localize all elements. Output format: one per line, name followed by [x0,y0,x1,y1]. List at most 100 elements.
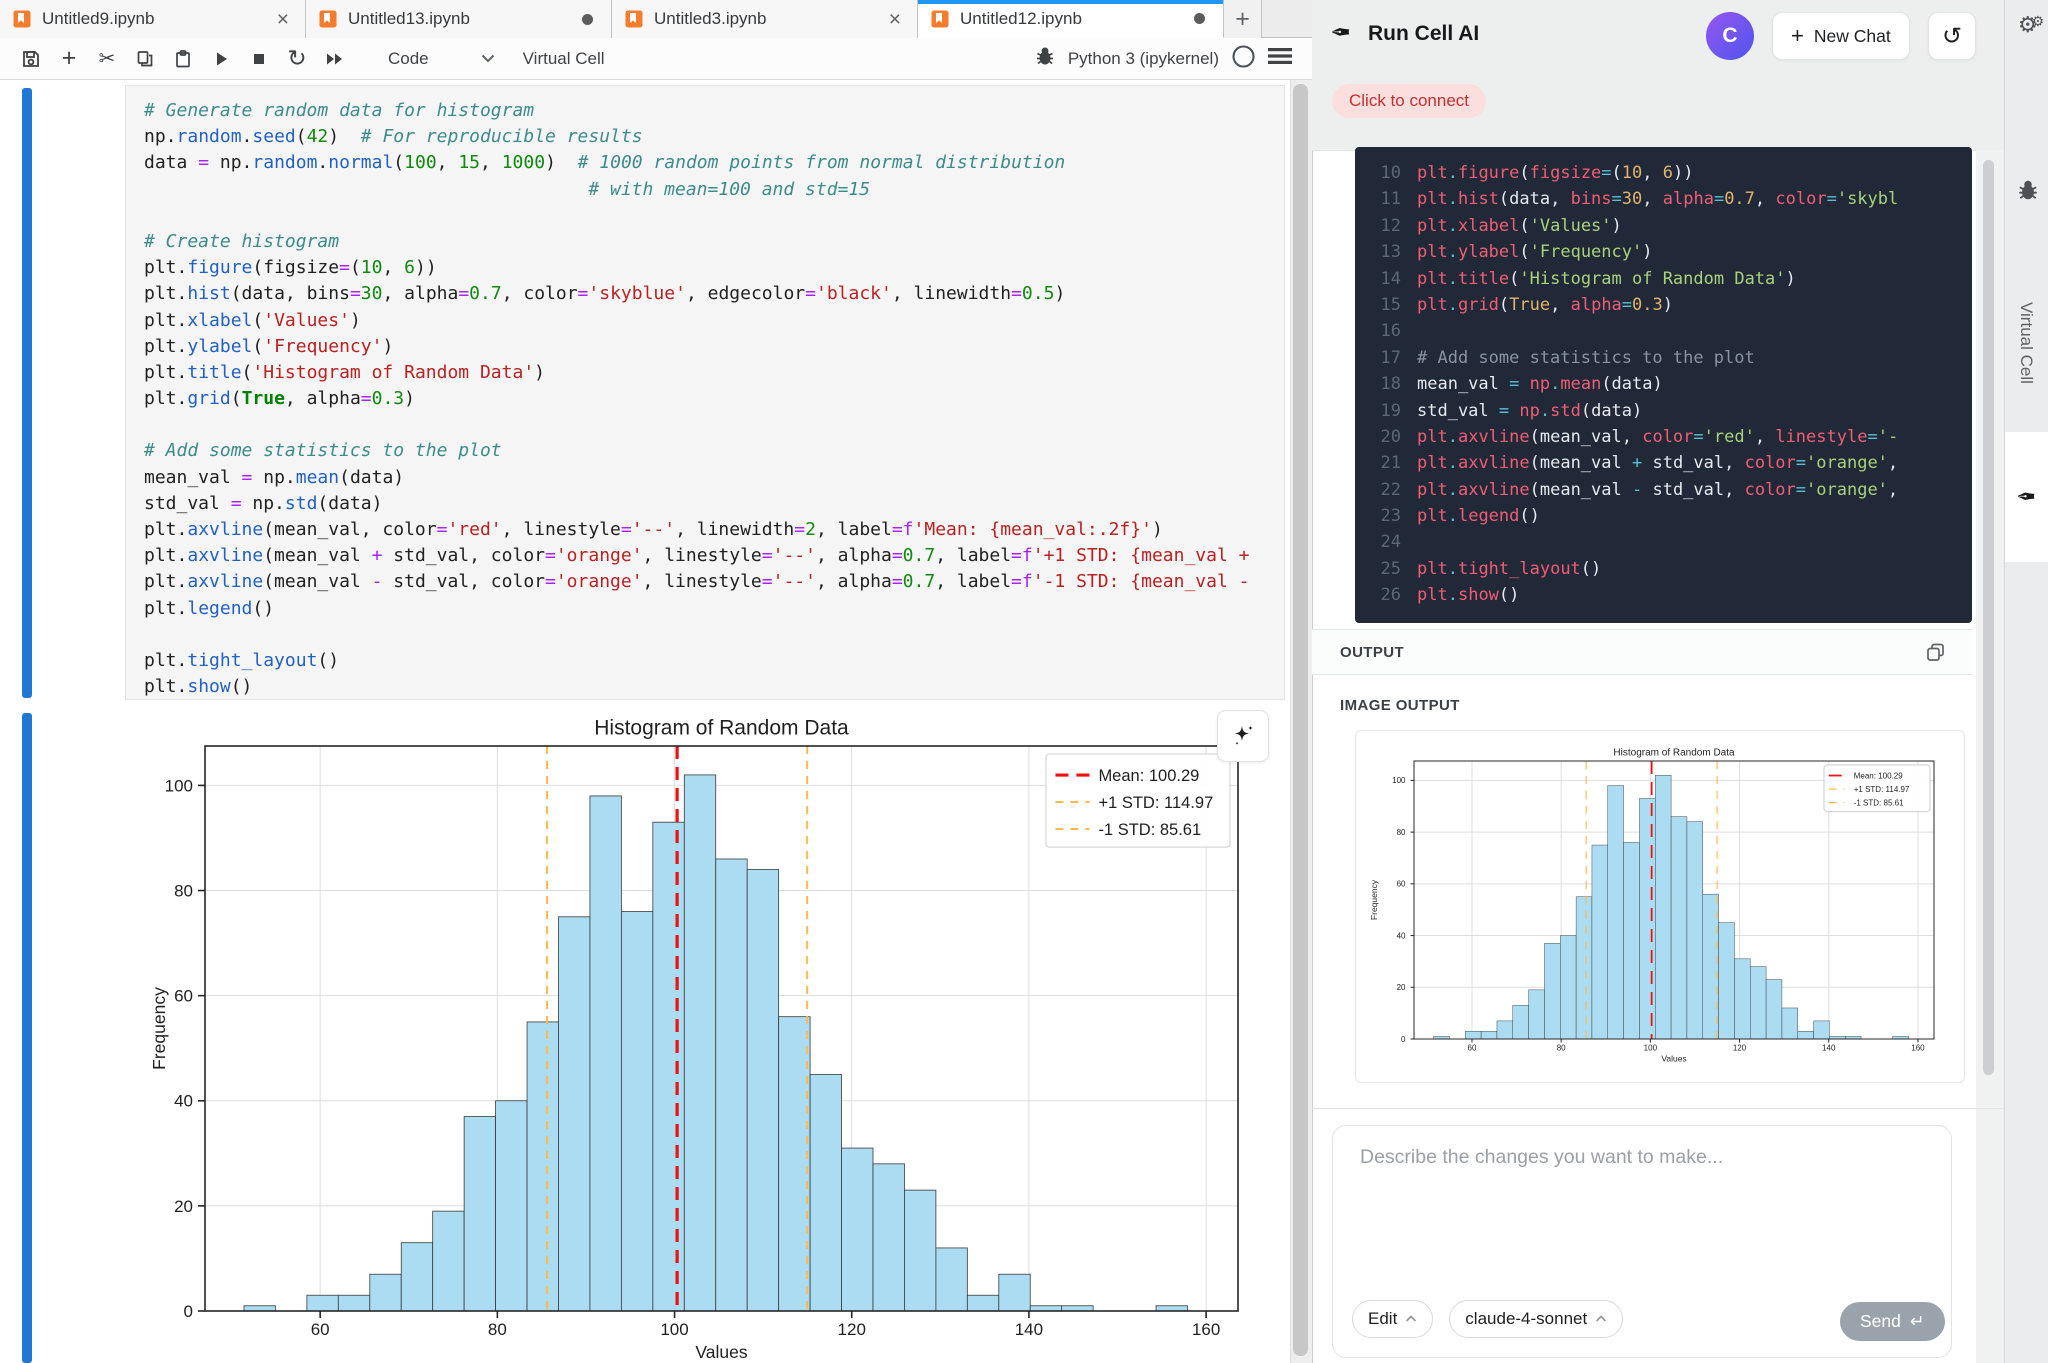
ai-code-line: 16 [1355,318,1972,344]
send-button[interactable]: Send ↵ [1840,1302,1945,1341]
svg-text:Frequency: Frequency [150,987,169,1070]
chat-history-button[interactable]: ↺ [1928,12,1976,60]
code-line: std_val = np.std(data) [144,491,1284,517]
copy-output-icon[interactable] [1925,642,1946,663]
code-line: np.random.seed(42) # For reproducible re… [144,124,1284,150]
notebook-icon [930,9,950,29]
svg-text:160: 160 [1192,1320,1220,1339]
ai-sparkle-button[interactable] [1217,710,1269,762]
svg-text:0: 0 [184,1302,193,1321]
stop-kernel-icon[interactable] [240,39,278,79]
ai-code-line: 26plt.show() [1355,582,1972,608]
debugger-bug-icon[interactable] [1034,45,1056,72]
code-line: plt.tight_layout() [144,648,1284,674]
user-avatar[interactable]: C [1706,12,1754,60]
debugger-rail-bug-icon[interactable] [2013,178,2043,207]
tab-untitled9-ipynb[interactable]: Untitled9.ipynb× [0,0,306,38]
return-key-icon: ↵ [1910,1311,1925,1332]
svg-text:100: 100 [660,1320,688,1339]
insert-cell-icon[interactable]: + [50,39,88,79]
notebook-icon [12,9,32,29]
ai-code-line: 14plt.title('Histogram of Random Data') [1355,266,1972,292]
close-icon[interactable]: × [273,9,293,30]
svg-text:140: 140 [1822,1044,1836,1053]
code-cell[interactable]: # Generate random data for histogramnp.r… [125,85,1285,700]
virtual-cell-rail-tab[interactable]: Virtual Cell [2004,248,2048,438]
ai-code-line: 25plt.tight_layout() [1355,556,1972,582]
dirty-dot-icon[interactable] [582,14,593,25]
histogram-thumbnail: 6080100120140160020406080100Histogram of… [1368,737,1944,1077]
svg-text:80: 80 [488,1320,507,1339]
svg-text:Histogram of Random Data: Histogram of Random Data [594,716,849,739]
mode-selector[interactable]: Edit [1352,1300,1433,1338]
tab-label: Untitled3.ipynb [654,9,885,29]
image-output-card: 6080100120140160020406080100Histogram of… [1355,730,1965,1083]
cell-type-dropdown[interactable]: Code [388,49,495,69]
chevron-down-icon [481,54,495,63]
svg-text:0: 0 [1401,1035,1406,1044]
dirty-dot-icon[interactable] [1194,13,1205,24]
run-all-icon[interactable] [316,39,354,79]
svg-text:60: 60 [1468,1044,1477,1053]
run-cell-ai-rail-tab[interactable]: ✒ [2005,432,2048,562]
notebook-scrollbar-thumb[interactable] [1293,84,1308,1356]
copy-cell-icon[interactable] [126,39,164,79]
code-line [144,203,1284,229]
run-cell-icon[interactable] [202,39,240,79]
notebook-icon [318,9,338,29]
kernel-name[interactable]: Python 3 (ipykernel) [1068,49,1219,69]
code-editor[interactable]: # Generate random data for histogramnp.r… [126,86,1284,700]
output-cell-indicator[interactable] [22,713,32,1363]
code-line: plt.legend() [144,596,1284,622]
pen-nib-icon: ✒ [1330,18,1351,48]
code-line: data = np.random.normal(100, 15, 1000) #… [144,150,1284,176]
code-line: plt.grid(True, alpha=0.3) [144,386,1284,412]
tab-untitled3-ipynb[interactable]: Untitled3.ipynb× [612,0,918,38]
paste-cell-icon[interactable] [164,39,202,79]
code-line: plt.axvline(mean_val - std_val, color='o… [144,569,1284,595]
tab-untitled13-ipynb[interactable]: Untitled13.ipynb [306,0,612,38]
svg-text:80: 80 [1557,1044,1566,1053]
ai-code-line: 12plt.xlabel('Values') [1355,213,1972,239]
svg-text:-1 STD: 85.61: -1 STD: 85.61 [1098,821,1201,839]
code-line: plt.figure(figsize=(10, 6)) [144,255,1284,281]
code-line: plt.show() [144,674,1284,700]
histogram-figure: 6080100120140160020406080100Histogram of… [150,710,1250,1361]
panel-scrollbar-thumb[interactable] [1983,160,1994,1075]
code-line: mean_val = np.mean(data) [144,465,1284,491]
tab-untitled12-ipynb[interactable]: Untitled12.ipynb [918,0,1224,38]
property-inspector-gears-icon[interactable]: ⚙⚙ [2013,12,2043,38]
restart-kernel-icon[interactable]: ↻ [278,39,316,79]
model-selector[interactable]: claude-4-sonnet [1449,1300,1623,1338]
ai-code-line: 24 [1355,529,1972,555]
notebook-menu-icon[interactable] [1268,47,1292,70]
virtual-cell-button[interactable]: Virtual Cell [523,49,605,69]
svg-text:100: 100 [165,776,193,795]
active-cell-indicator[interactable] [22,88,32,698]
plus-icon: + [1791,23,1804,49]
kernel-status-icon[interactable] [1231,44,1256,74]
new-tab-button[interactable]: + [1224,0,1262,38]
image-output-label: IMAGE OUTPUT [1340,697,1460,714]
notebook-tab-bar: Untitled9.ipynb×Untitled13.ipynbUntitled… [0,0,1312,38]
jupyterlab-window: Untitled9.ipynb×Untitled13.ipynbUntitled… [0,0,2048,1363]
code-line: plt.ylabel('Frequency') [144,334,1284,360]
svg-text:40: 40 [1397,931,1406,940]
ai-code-line: 19std_val = np.std(data) [1355,398,1972,424]
ai-code-line: 18mean_val = np.mean(data) [1355,371,1972,397]
code-line: # Generate random data for histogram [144,98,1284,124]
svg-text:+1 STD: 114.97: +1 STD: 114.97 [1854,785,1910,794]
code-line: plt.hist(data, bins=30, alpha=0.7, color… [144,281,1284,307]
cut-cell-icon[interactable]: ✂ [88,39,126,79]
save-icon[interactable] [12,39,50,79]
notebook-toolbar: + ✂ ↻ Code Virtual Cell [0,38,1312,80]
svg-text:100: 100 [1644,1044,1658,1053]
ai-panel-title: Run Cell AI [1368,22,1479,46]
svg-text:20: 20 [1397,983,1406,992]
svg-text:40: 40 [174,1092,193,1111]
close-icon[interactable]: × [885,9,905,30]
ai-code-line: 15plt.grid(True, alpha=0.3) [1355,292,1972,318]
connect-status-badge[interactable]: Click to connect [1332,84,1486,118]
new-chat-button[interactable]: + New Chat [1772,12,1910,60]
code-line: plt.axvline(mean_val + std_val, color='o… [144,543,1284,569]
